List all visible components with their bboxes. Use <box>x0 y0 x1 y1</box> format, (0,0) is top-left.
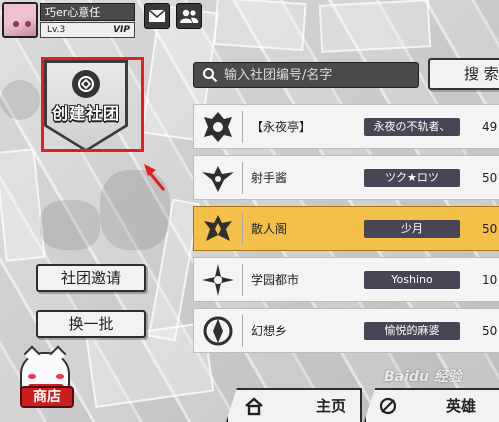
search-box[interactable] <box>193 62 419 88</box>
guild-leader-badge: 永夜の不轨者、 <box>364 118 460 136</box>
guild-leader-badge: 少月 <box>364 220 460 238</box>
create-guild-label: 创建社团 <box>51 104 120 123</box>
guild-emblem-icon <box>72 70 100 98</box>
guild-row[interactable]: 学园都市 Yoshino 10 <box>193 257 499 302</box>
guild-name: 幻想乡 <box>251 324 288 338</box>
guild-crest-icon <box>198 209 238 249</box>
guild-name: 学园都市 <box>251 273 300 287</box>
mail-icon[interactable] <box>144 3 170 29</box>
refresh-list-button[interactable]: 换一批 <box>36 310 146 338</box>
guild-row[interactable]: 幻想乡 愉悦的麻婆 50 <box>193 308 499 353</box>
shop-label: 商店 <box>20 386 74 408</box>
friends-icon[interactable] <box>176 3 202 29</box>
guild-crest-icon <box>198 107 238 147</box>
tab-home-label: 主页 <box>316 397 347 415</box>
shop-button[interactable]: 商店 <box>6 345 82 418</box>
guild-row-selected[interactable]: 散人阁 少月 50 <box>193 206 499 251</box>
background-shade <box>0 80 40 120</box>
background-panel <box>318 0 432 53</box>
watermark: Baidu 经验 <box>384 369 462 385</box>
home-icon <box>245 397 263 416</box>
guild-invite-button[interactable]: 社团邀请 <box>36 264 146 292</box>
guild-name: 散人阁 <box>251 222 288 236</box>
guild-crest-icon <box>198 260 238 300</box>
avatar[interactable] <box>2 2 38 38</box>
search-icon <box>203 68 218 83</box>
background-panel <box>213 0 307 52</box>
search-input[interactable] <box>224 63 414 87</box>
guild-member-count: 50 <box>482 222 498 236</box>
guild-name: 射手酱 <box>251 171 288 185</box>
user-level: Lv.3 <box>47 25 66 35</box>
red-arrow-icon <box>144 164 166 191</box>
bottom-nav: 主页 英雄 <box>226 388 499 422</box>
user-name: 巧er心意任 <box>40 3 135 21</box>
vip-badge: VIP <box>113 25 130 35</box>
background-shade <box>40 200 100 250</box>
tab-hero-label: 英雄 <box>446 397 477 415</box>
guild-crest-icon <box>198 158 238 198</box>
search-button[interactable]: 搜 索 <box>428 58 499 90</box>
guild-leader-badge: 愉悦的麻婆 <box>364 322 460 340</box>
tab-home[interactable]: 主页 <box>226 388 362 422</box>
guild-name: 【永夜亭】 <box>251 120 312 134</box>
guild-row[interactable]: 【永夜亭】 永夜の不轨者、 49 <box>193 104 499 149</box>
tab-hero[interactable]: 英雄 <box>364 388 499 422</box>
guild-member-count: 49 <box>482 120 498 134</box>
guild-leader-badge: ツク★ロツ <box>364 169 460 187</box>
background-panel <box>0 148 46 262</box>
hero-icon <box>379 397 397 415</box>
guild-list: 【永夜亭】 永夜の不轨者、 49 射手酱 ツク★ロツ 50 散人阁 少月 50 … <box>193 104 499 359</box>
guild-member-count: 10 <box>482 273 498 287</box>
guild-member-count: 50 <box>482 324 498 338</box>
guild-member-count: 50 <box>482 171 498 185</box>
guild-crest-icon <box>198 311 238 351</box>
level-row: Lv.3 VIP <box>40 22 135 38</box>
user-bar: 巧er心意任 Lv.3 VIP <box>0 0 210 42</box>
guild-row[interactable]: 射手酱 ツク★ロツ 50 <box>193 155 499 200</box>
guild-leader-badge: Yoshino <box>364 271 460 289</box>
